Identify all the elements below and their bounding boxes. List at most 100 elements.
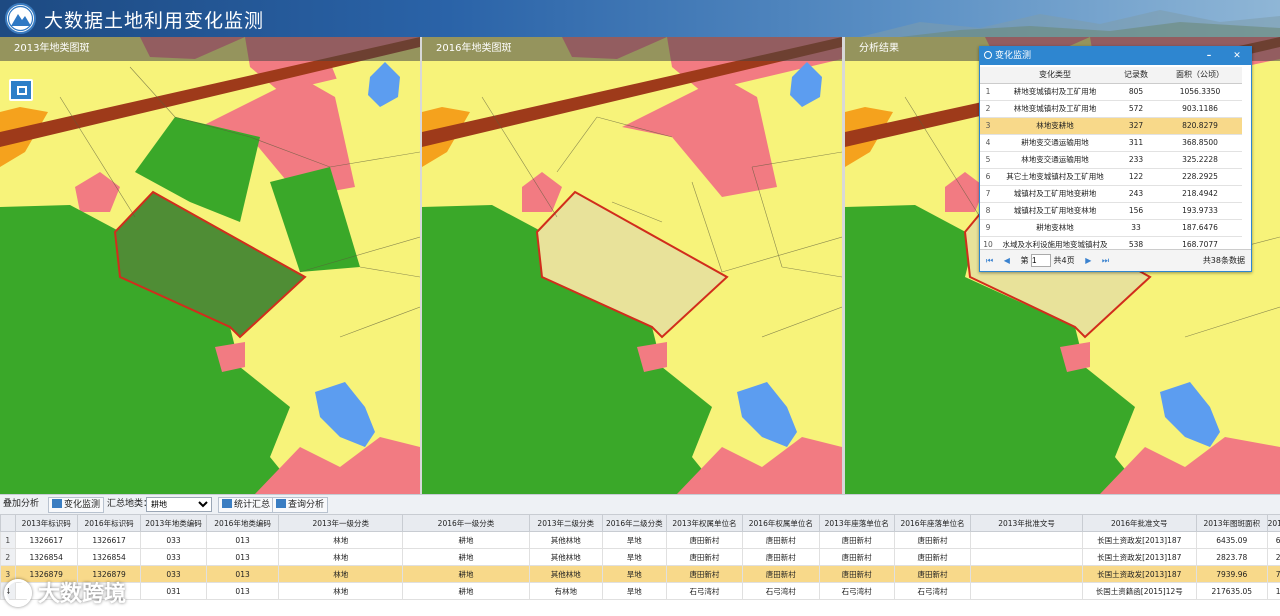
layer-toggle-button[interactable] — [9, 79, 33, 101]
grid-cell: 旱地 — [601, 548, 668, 566]
grid-cell: 033 — [140, 531, 207, 549]
map-2013[interactable] — [0, 37, 420, 494]
record-count-cell: 805 — [1114, 83, 1158, 101]
grid-column-header[interactable]: 2016年批准文号 — [1081, 514, 1197, 532]
area-cell: 187.6476 — [1158, 219, 1242, 237]
column-header[interactable]: 变化类型 — [996, 67, 1114, 84]
grid-column-header[interactable]: 2013年二级分类 — [528, 514, 603, 532]
grid-cell: 长国土资籍函[2015]12号 — [1081, 582, 1197, 600]
grid-header-row: 2013年标识码 2016年标识码 2013年地类编码 2016年地类编码 2013年一… — [0, 514, 1280, 532]
record-count-cell: 233 — [1114, 151, 1158, 169]
grid-cell: 唐田新村 — [893, 548, 972, 566]
grid-cell: 长国土资政发[2013]187 — [1081, 548, 1197, 566]
change-type-row[interactable]: 9 耕地变林地 33 187.6476 — [980, 219, 1242, 237]
grid-column-header[interactable]: 2013年图斑面积 — [1195, 514, 1268, 532]
layers-icon — [17, 86, 27, 95]
minimize-button[interactable]: – — [1203, 47, 1215, 65]
record-count-cell: 156 — [1114, 202, 1158, 220]
grid-column-header[interactable]: 2016年地类编码 — [205, 514, 280, 532]
grid-cell: 长国土资政发[2013]187 — [1081, 565, 1197, 583]
grid-column-header[interactable]: 2016年图斑 — [1266, 514, 1280, 532]
grid-cell: 1494 — [1266, 582, 1280, 600]
record-count-cell: 122 — [1114, 168, 1158, 186]
grid-column-header[interactable] — [0, 514, 16, 532]
grid-cell: 石弓湾村 — [666, 582, 743, 600]
row-number: 6 — [980, 168, 996, 186]
change-type-row[interactable]: 2 林地变城镇村及工矿用地 572 903.1186 — [980, 100, 1242, 118]
grid-cell: 唐田新村 — [741, 531, 820, 549]
grid-cell: 耕地 — [402, 582, 530, 600]
table-row[interactable]: 3 1326879 1326879 033 013 林地 耕地 其他林地 旱地 唐田新村 唐田新村唐… — [0, 565, 1280, 583]
page-number-input[interactable] — [1031, 254, 1051, 267]
change-type-cell: 城镇村及工矿用地变林地 — [996, 202, 1114, 220]
change-type-cell: 耕地变交通运输用地 — [996, 134, 1114, 152]
app-window: 大数据土地利用变化监测 2013年地类图斑 2016年地类图斑 分析结果 变化监… — [0, 0, 1280, 616]
record-count-cell: 572 — [1114, 100, 1158, 118]
grid-column-header[interactable]: 2016年标识码 — [76, 514, 142, 532]
grid-column-header[interactable]: 2016年一级分类 — [402, 514, 530, 532]
row-number: 2 — [0, 548, 16, 566]
next-page-button[interactable]: ▶ — [1085, 250, 1091, 272]
grid-cell: 1326617 — [14, 531, 78, 549]
table-row[interactable]: 2 1326854 1326854 033 013 林地 耕地 其他林地 旱地 唐田新村 唐田新村唐… — [0, 548, 1280, 566]
grid-column-header[interactable]: 2013年标识码 — [14, 514, 78, 532]
first-page-button[interactable]: ⏮ — [986, 250, 993, 272]
grid-cell: 唐田新村 — [666, 531, 743, 549]
grid-cell: 有林地 — [528, 582, 603, 600]
attribute-grid[interactable]: 2013年标识码 2016年标识码 2013年地类编码 2016年地类编码 2013年一… — [0, 514, 1280, 616]
grid-cell — [970, 548, 1083, 566]
stats-summary-button[interactable]: 统计汇总 — [218, 497, 275, 513]
prev-page-button[interactable]: ◀ — [1004, 250, 1010, 272]
grid-column-header[interactable]: 2013年一级分类 — [278, 514, 404, 532]
row-number: 4 — [980, 134, 996, 152]
row-number: 1 — [0, 531, 16, 549]
grid-cell: 林地 — [278, 548, 404, 566]
grid-column-header[interactable]: 2016年权属单位名 — [741, 514, 820, 532]
last-page-button[interactable]: ⏭ — [1102, 250, 1109, 272]
map-panel-2016[interactable]: 2016年地类图斑 — [422, 37, 842, 494]
stats-summary-label: 统计汇总 — [234, 500, 271, 510]
query-analysis-button[interactable]: 查询分析 — [272, 497, 329, 513]
grid-cell: 林地 — [278, 531, 404, 549]
grid-column-header[interactable]: 2016年座落单位名 — [893, 514, 972, 532]
column-header[interactable]: 记录数 — [1114, 67, 1158, 84]
change-type-row[interactable]: 3 林地变耕地 327 820.8279 — [980, 117, 1242, 135]
close-button[interactable]: ✕ — [1231, 47, 1243, 65]
watermark: 大数跨境 — [4, 576, 126, 610]
change-type-row[interactable]: 7 城镇村及工矿用地变耕地 243 218.4942 — [980, 185, 1242, 203]
grid-column-header[interactable]: 2013年座落单位名 — [818, 514, 895, 532]
map-2016[interactable] — [422, 37, 842, 494]
column-header[interactable] — [980, 67, 996, 84]
pagination-bar: ⏮ ◀ 第 共4页 ▶ ⏭ 共38条数据 — [980, 249, 1251, 271]
grid-column-header[interactable]: 2013年权属单位名 — [666, 514, 743, 532]
overlay-analysis-button[interactable]: 叠加分析 — [3, 495, 39, 514]
summary-class-select[interactable]: 耕地 — [146, 497, 212, 512]
row-number: 3 — [980, 117, 996, 135]
change-type-row[interactable]: 8 城镇村及工矿用地变林地 156 193.9733 — [980, 202, 1242, 220]
column-header[interactable]: 面积（公顷） — [1158, 67, 1242, 84]
panel-title-2013: 2013年地类图斑 — [0, 37, 420, 61]
change-type-row[interactable]: 4 耕地变交通运输用地 311 368.8500 — [980, 134, 1242, 152]
grid-cell: 1326854 — [14, 548, 78, 566]
grid-cell: 033 — [140, 548, 207, 566]
grid-cell: 林地 — [278, 582, 404, 600]
grid-cell — [970, 531, 1083, 549]
app-title: 大数据土地利用变化监测 — [44, 10, 265, 32]
change-monitor-dialog[interactable]: 变化监测 – ✕ 变化类型 记录数 面积（公顷） 1 耕地变城镇村及工矿用地 805 10… — [979, 46, 1252, 272]
grid-column-header[interactable]: 2016年二级分类 — [601, 514, 668, 532]
grid-column-header[interactable]: 2013年批准文号 — [970, 514, 1083, 532]
map-panel-2013[interactable]: 2013年地类图斑 — [0, 37, 420, 494]
dialog-header[interactable]: 变化监测 – ✕ — [980, 47, 1251, 65]
change-type-row[interactable]: 1 耕地变城镇村及工矿用地 805 1056.3350 — [980, 83, 1242, 101]
grid-cell: 旱地 — [601, 582, 668, 600]
change-type-cell: 城镇村及工矿用地变耕地 — [996, 185, 1114, 203]
grid-cell: 石弓湾村 — [741, 582, 820, 600]
change-monitor-button[interactable]: 变化监测 — [48, 497, 105, 513]
row-number: 5 — [980, 151, 996, 169]
table-row[interactable]: 1 1326617 1326617 033 013 林地 耕地 其他林地 旱地 唐田新村 唐田新村唐… — [0, 531, 1280, 549]
change-type-cell: 其它土地变城镇村及工矿用地 — [996, 168, 1114, 186]
grid-column-header[interactable]: 2013年地类编码 — [140, 514, 207, 532]
table-row[interactable]: 4 031 013 林地 耕地 有林地 旱地 石弓湾村 石弓湾村 石弓湾村 石弓湾村 长国土资籍函[2… — [0, 582, 1280, 600]
change-type-row[interactable]: 6 其它土地变城镇村及工矿用地 122 228.2925 — [980, 168, 1242, 186]
change-type-row[interactable]: 5 林地变交通运输用地 233 325.2228 — [980, 151, 1242, 169]
